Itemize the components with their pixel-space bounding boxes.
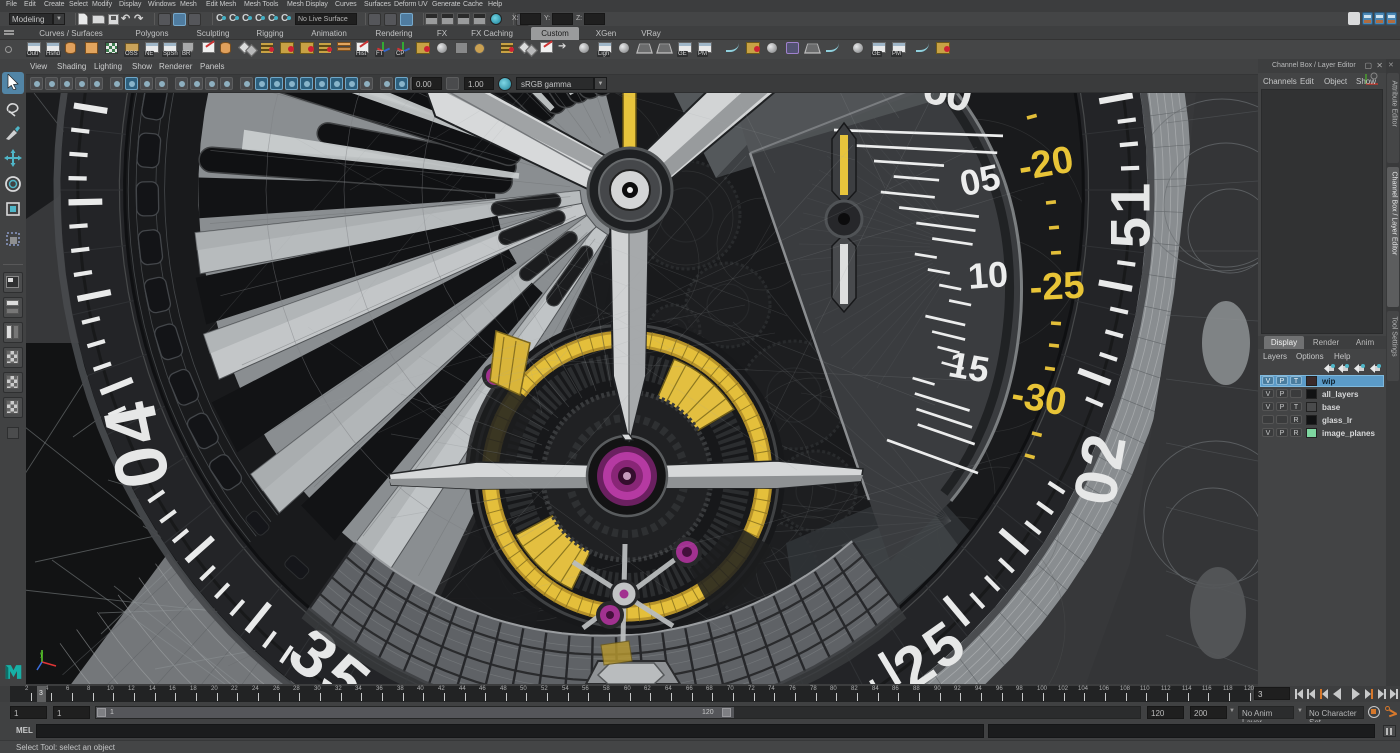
svg-text:-25: -25 bbox=[1028, 265, 1085, 310]
svg-text:15: 15 bbox=[946, 343, 993, 390]
svg-text:51: 51 bbox=[1099, 180, 1162, 248]
svg-text:y: y bbox=[40, 652, 43, 658]
svg-text:02: 02 bbox=[1061, 426, 1140, 509]
svg-text:10: 10 bbox=[967, 253, 1010, 297]
svg-text:05: 05 bbox=[956, 156, 1004, 204]
